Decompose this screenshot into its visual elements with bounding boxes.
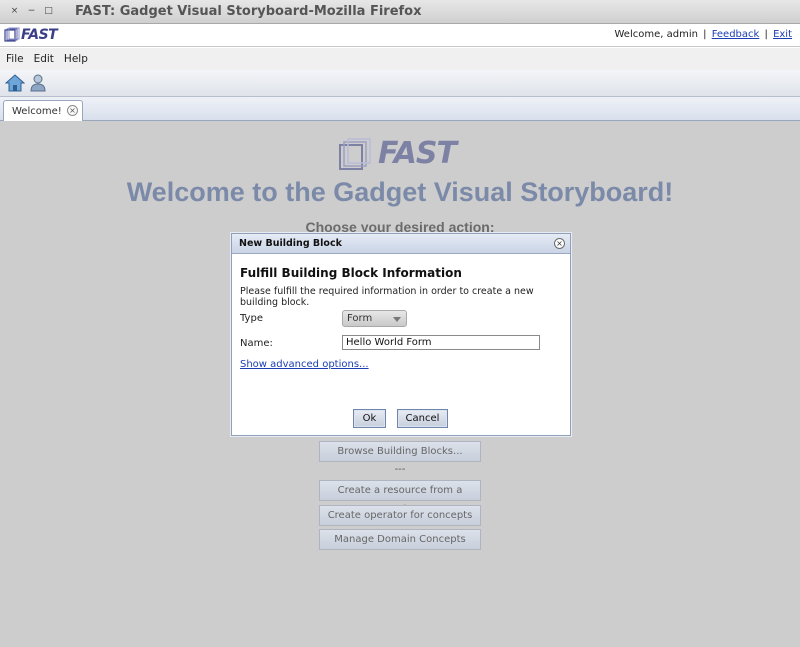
menu-bar: File Edit Help <box>0 48 800 70</box>
name-label: Name: <box>240 338 273 349</box>
dialog-title: New Building Block <box>239 238 342 249</box>
type-select[interactable]: Form <box>342 310 407 327</box>
fast-logo-text: FAST <box>21 27 58 43</box>
fast-logo: FAST <box>4 27 58 43</box>
user-icon[interactable] <box>28 73 48 93</box>
new-building-block-dialog: New Building Block × Fulfill Building Bl… <box>231 233 571 436</box>
window-maximize-button[interactable]: □ <box>42 5 55 18</box>
app-header: FAST Welcome, admin | Feedback | Exit <box>0 24 800 47</box>
close-icon[interactable]: × <box>67 105 78 116</box>
dialog-heading: Fulfill Building Block Information <box>240 266 462 280</box>
tab-label: Welcome! <box>12 105 62 117</box>
home-icon[interactable] <box>5 73 25 93</box>
manage-domain-concepts-button[interactable]: Manage Domain Concepts <box>319 529 481 550</box>
fast-big-logo: FAST <box>338 136 457 171</box>
window-titlebar: × − □ FAST: Gadget Visual Storyboard-Moz… <box>0 0 800 24</box>
separator: | <box>764 29 768 40</box>
window-controls: × − □ <box>8 5 55 18</box>
page-title: Welcome to the Gadget Visual Storyboard! <box>126 177 674 207</box>
close-icon[interactable]: × <box>554 238 565 249</box>
dialog-header: New Building Block <box>232 234 570 254</box>
menu-edit[interactable]: Edit <box>34 53 54 65</box>
tab-strip: Welcome! × <box>0 97 800 121</box>
name-input[interactable]: Hello World Form <box>342 335 540 350</box>
window-close-button[interactable]: × <box>8 5 21 18</box>
tab-welcome[interactable]: Welcome! × <box>3 100 83 121</box>
menu-help[interactable]: Help <box>64 53 88 65</box>
welcome-user-text: Welcome, admin <box>614 29 698 40</box>
browse-building-blocks-button[interactable]: Browse Building Blocks... <box>319 441 481 462</box>
menu-file[interactable]: File <box>6 53 24 65</box>
create-resource-button[interactable]: Create a resource from a service <box>319 480 481 515</box>
user-bar: Welcome, admin | Feedback | Exit <box>615 29 793 40</box>
separator: | <box>703 29 707 40</box>
create-operator-button[interactable]: Create operator for concepts <box>319 505 481 526</box>
show-advanced-options-link[interactable]: Show advanced options... <box>240 359 369 370</box>
window-title: FAST: Gadget Visual Storyboard-Mozilla F… <box>75 4 422 19</box>
fast-logo-text: FAST <box>378 136 457 171</box>
type-select-value: Form <box>347 313 373 324</box>
feedback-link[interactable]: Feedback <box>712 29 760 40</box>
cancel-button[interactable]: Cancel <box>397 409 448 428</box>
exit-link[interactable]: Exit <box>773 29 792 40</box>
fast-logo-icon <box>339 137 371 170</box>
chevron-down-icon <box>393 317 401 322</box>
dialog-description: Please fulfill the required information … <box>240 286 534 308</box>
fast-logo-icon <box>4 27 20 42</box>
ok-button[interactable]: Ok <box>353 409 386 428</box>
toolbar <box>0 70 800 97</box>
type-label: Type <box>240 313 263 324</box>
window-minimize-button[interactable]: − <box>25 5 38 18</box>
separator: --- <box>394 464 406 475</box>
